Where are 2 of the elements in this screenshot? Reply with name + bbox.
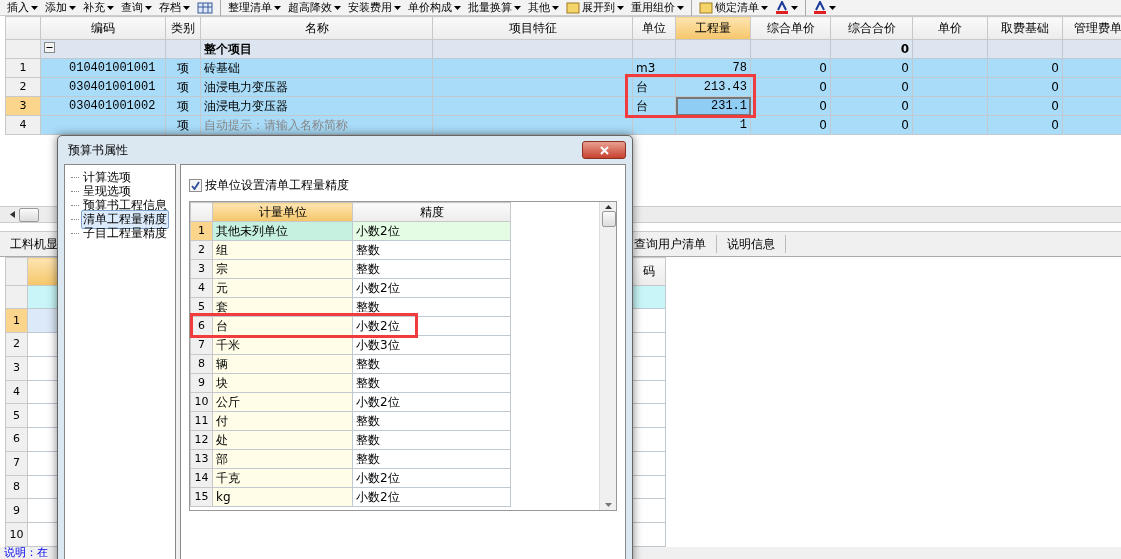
dialog-title: 预算书属性 [67,141,128,159]
checkbox-label: 按单位设置清单工程量精度 [205,176,349,194]
